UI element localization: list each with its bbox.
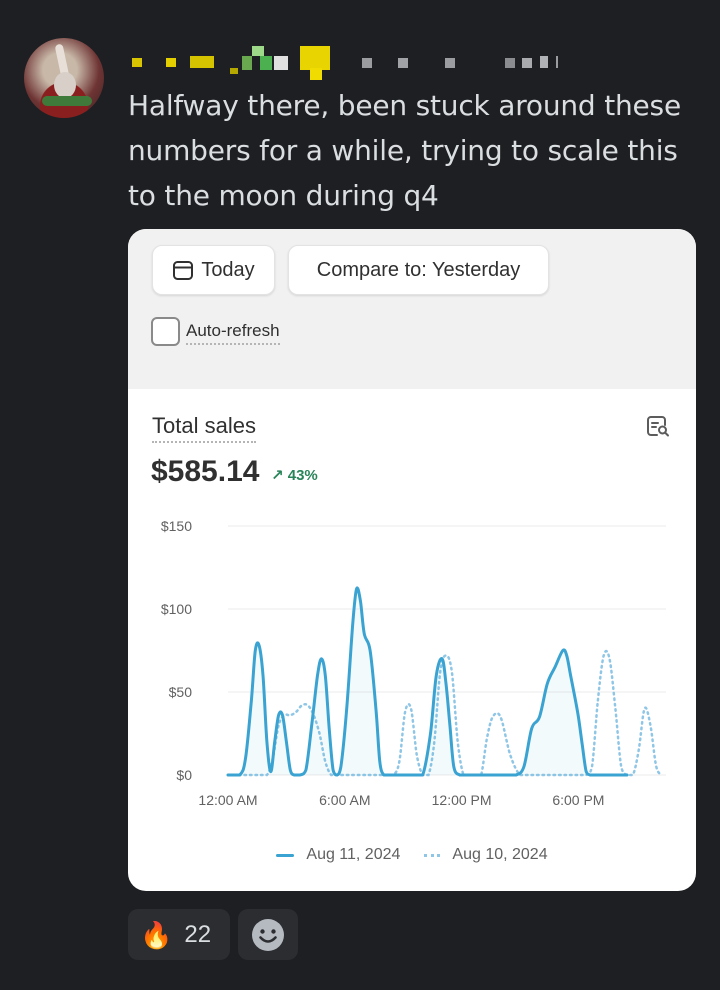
avatar-leaf-shape	[42, 96, 92, 106]
smiley-face-icon	[252, 918, 284, 951]
pixel-block	[230, 68, 238, 74]
pixel-block	[505, 58, 515, 68]
user-avatar[interactable]	[24, 38, 104, 118]
legend-label-current: Aug 11, 2024	[306, 846, 401, 863]
x-tick-label: 12:00 AM	[198, 792, 257, 808]
add-reaction-button[interactable]	[238, 909, 298, 960]
pixel-block	[132, 58, 142, 67]
total-sales-title[interactable]: Total sales	[152, 413, 256, 443]
y-tick-label: $150	[161, 518, 192, 534]
change-percent: 43%	[287, 467, 318, 484]
pixel-block	[362, 58, 372, 68]
pixel-block	[274, 56, 288, 70]
auto-refresh-label[interactable]: Auto-refresh	[186, 321, 280, 345]
censored-username[interactable]	[130, 46, 570, 80]
legend-item-previous[interactable]: Aug 10, 2024	[424, 846, 548, 864]
legend-label-previous: Aug 10, 2024	[452, 846, 548, 863]
pixel-block	[260, 56, 272, 70]
compare-label: Compare to: Yesterday	[316, 258, 521, 281]
y-tick-label: $50	[169, 684, 193, 700]
pixel-block	[190, 56, 214, 68]
fire-icon: 🔥	[140, 919, 173, 950]
calendar-icon	[173, 261, 194, 280]
date-range-label: Today	[201, 258, 255, 281]
x-tick-label: 6:00 AM	[319, 792, 370, 808]
date-range-button[interactable]: Today	[152, 245, 275, 295]
total-sales-change: ↗ 43%	[271, 466, 318, 484]
pixel-block	[252, 46, 264, 56]
avatar-head-shape	[54, 72, 76, 98]
x-tick-label: 12:00 PM	[432, 792, 492, 808]
auto-refresh-checkbox[interactable]	[151, 317, 180, 346]
pixel-block	[540, 56, 548, 68]
dotted-line-swatch	[424, 853, 441, 857]
sales-line-chart: $150 $100 $50 $0 12:00 AM 6:00 AM 12:00 PM 6:00…	[161, 518, 666, 808]
total-sales-value: $585.14	[151, 455, 260, 488]
compare-button[interactable]: Compare to: Yesterday	[288, 245, 549, 295]
chart-legend: Aug 11, 2024 Aug 10, 2024	[128, 846, 696, 864]
pixel-block	[166, 58, 176, 67]
pixel-block	[310, 68, 322, 80]
legend-item-current[interactable]: Aug 11, 2024	[276, 846, 400, 864]
pixel-block	[398, 58, 408, 68]
pixel-block	[242, 56, 252, 70]
y-tick-label: $100	[161, 601, 192, 617]
pixel-block	[556, 56, 558, 68]
embedded-screenshot[interactable]: Today Compare to: Yesterday Auto-refresh…	[128, 229, 696, 891]
reaction-count: 22	[184, 920, 212, 948]
pixel-block	[445, 58, 455, 68]
arrow-up-right-icon: ↗	[271, 467, 284, 484]
solid-line-swatch	[276, 853, 295, 857]
x-tick-label: 6:00 PM	[552, 792, 604, 808]
message-text: Halfway there, been stuck around these n…	[128, 89, 681, 212]
pixel-block	[300, 46, 330, 70]
y-tick-label: $0	[176, 767, 192, 783]
analyze-report-icon[interactable]	[646, 414, 670, 438]
pixel-block	[522, 58, 532, 68]
reaction-fire[interactable]: 🔥 22	[128, 909, 230, 960]
